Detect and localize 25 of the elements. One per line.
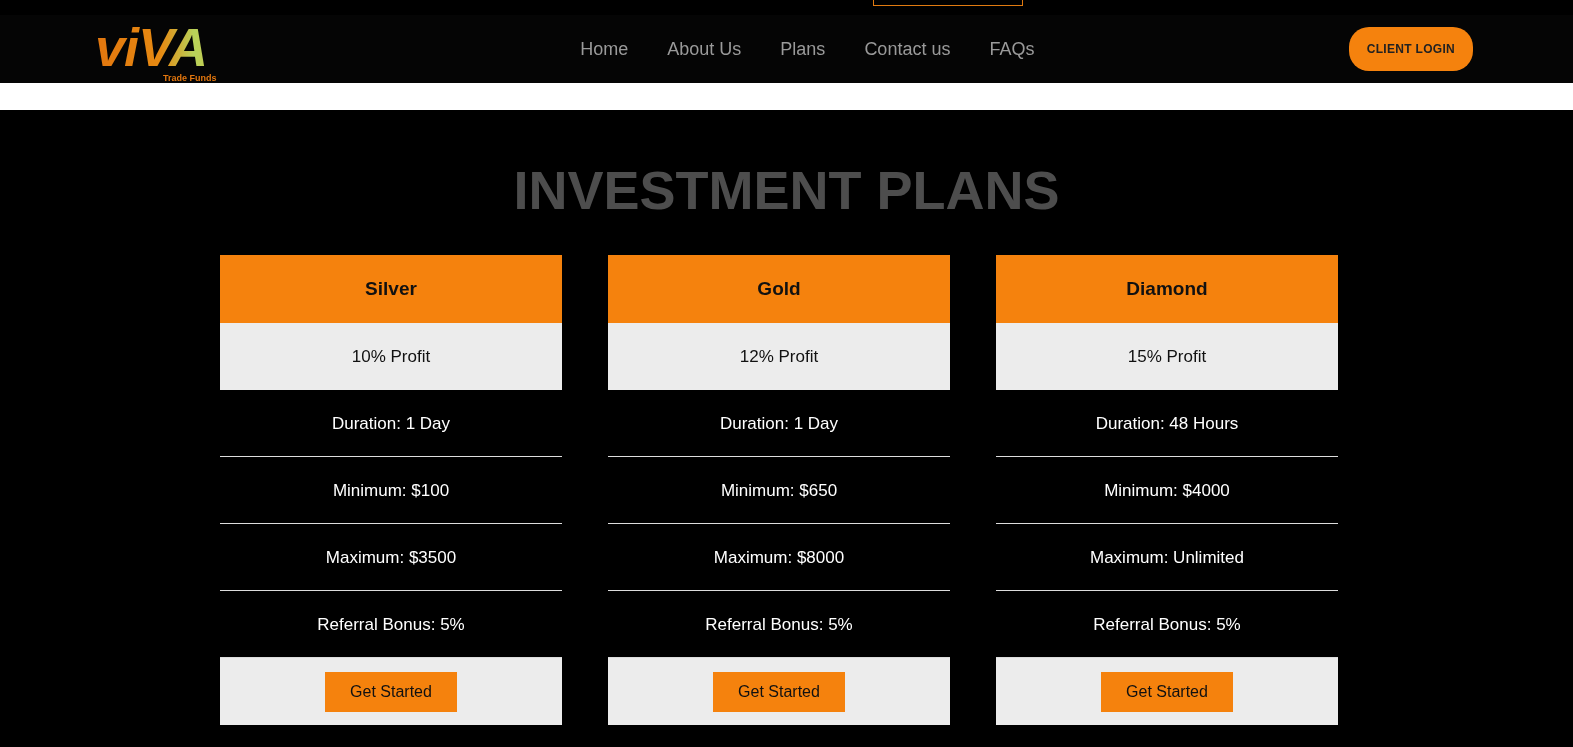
plan-detail: Maximum: $8000 xyxy=(608,524,950,592)
plan-name: Silver xyxy=(220,255,562,324)
plan-detail: Minimum: $4000 xyxy=(996,457,1338,525)
plan-detail: Duration: 1 Day xyxy=(220,390,562,458)
plan-profit: 15% Profit xyxy=(996,323,1338,391)
get-started-button[interactable]: Get Started xyxy=(325,671,457,712)
plan-detail: Maximum: $3500 xyxy=(220,524,562,592)
nav-link[interactable]: Home xyxy=(580,35,629,63)
section-title: INVESTMENT PLANS xyxy=(512,161,1061,221)
plan-name: Diamond xyxy=(996,255,1338,324)
plan-profit: 10% Profit xyxy=(220,323,562,391)
plan-detail: Duration: 1 Day xyxy=(608,390,950,458)
plan-detail: Duration: 48 Hours xyxy=(996,390,1338,458)
nav-link[interactable]: Plans xyxy=(780,35,826,63)
plan-name: Gold xyxy=(608,255,950,324)
plan-detail: Minimum: $650 xyxy=(608,457,950,525)
nav-link[interactable]: About Us xyxy=(667,35,742,63)
get-started-button[interactable]: Get Started xyxy=(1101,671,1233,712)
plan-profit: 12% Profit xyxy=(608,323,950,391)
client-login-button[interactable]: CLIENT LOGIN xyxy=(1348,27,1473,71)
nav-link[interactable]: FAQs xyxy=(989,35,1035,63)
plan-detail: Minimum: $100 xyxy=(220,457,562,525)
plan-detail: Maximum: Unlimited xyxy=(996,524,1338,592)
get-started-button[interactable]: Get Started xyxy=(713,671,845,712)
nav-link[interactable]: Contact us xyxy=(864,35,951,63)
